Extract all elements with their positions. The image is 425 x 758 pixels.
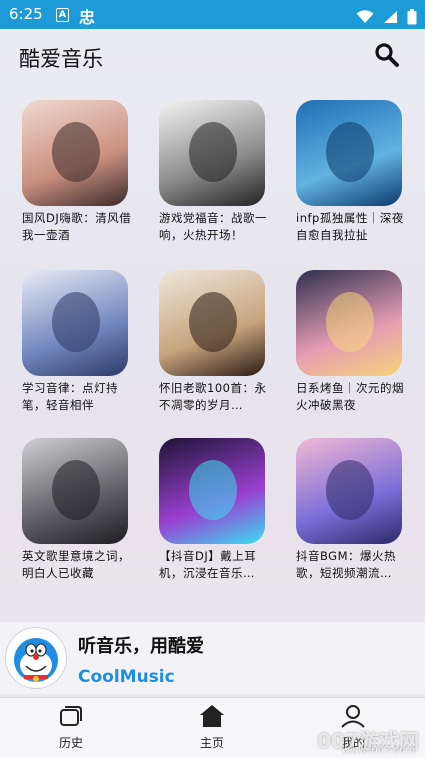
doraemon-icon [14,638,58,682]
wifi-icon [356,9,374,23]
bottom-nav: 历史 主页 我的 007游戏网 www.i007.com [0,697,425,758]
status-time: 6:25 [9,5,43,23]
playlist-cover [296,100,402,206]
playlist-cover [296,438,402,544]
search-button[interactable] [372,40,402,70]
notification-a-icon: A [56,8,69,22]
nav-home[interactable]: 主页 [172,704,252,751]
status-bar: 6:25 A 忠 [0,0,425,29]
playlist-card[interactable]: 日系烤鱼｜次元的烟火冲破黑夜 [296,270,406,414]
playlist-card[interactable]: 怀旧老歌100首：永不凋零的岁月… [159,270,269,414]
playlist-card[interactable]: 英文歌里意境之词，明白人已收藏 [22,438,132,582]
playlist-title: infp孤独属性｜深夜自愈自我拉扯 [296,211,404,242]
app-title: 酷爱音乐 [19,47,103,71]
playlist-title: 日系烤鱼｜次元的烟火冲破黑夜 [296,381,404,412]
notification-b-icon: 忠 [79,8,96,27]
playlist-card[interactable]: 【抖音DJ】戴上耳机，沉浸在音乐… [159,438,269,582]
playlist-card[interactable]: 抖音BGM：爆火热歌，短视频潮流… [296,438,406,582]
playlist-title: 抖音BGM：爆火热歌，短视频潮流… [296,549,397,580]
playlist-title: 【抖音DJ】戴上耳机，沉浸在音乐… [159,549,257,580]
battery-icon [407,8,417,24]
playlist-card[interactable]: 学习音律：点灯持笔，轻音相伴 [22,270,132,414]
search-icon [375,43,399,67]
nav-home-label: 主页 [199,736,224,750]
playlist-card[interactable]: 游戏党福音：战歌一响，火热开场！ [159,100,269,244]
playlist-title: 英文歌里意境之词，明白人已收藏 [22,549,130,580]
playlist-cover [22,270,128,376]
playlist-card[interactable]: infp孤独属性｜深夜自愈自我拉扯 [296,100,406,244]
player-brand: CoolMusic [78,667,175,687]
playlist-cover [159,270,265,376]
cover-figure [52,460,100,520]
cover-figure [326,122,374,182]
cover-figure [326,292,374,352]
playlist-cover [159,438,265,544]
cover-figure [52,292,100,352]
playlist-title: 学习音律：点灯持笔，轻音相伴 [22,381,118,412]
history-icon [60,706,82,726]
app-bar: 酷爱音乐 [0,29,425,85]
cover-figure [189,292,237,352]
signal-icon [383,10,397,23]
cover-figure [326,460,374,520]
playlist-title: 游戏党福音：战歌一响，火热开场！ [159,211,267,242]
cover-figure [189,122,237,182]
playlist-cover [22,438,128,544]
cover-figure [52,122,100,182]
watermark-url: www.i007.com [341,745,415,756]
playlist-title: 国风DJ嗨歌：清风借我一壶酒 [22,211,132,242]
status-icons [352,6,417,25]
avatar[interactable] [5,627,67,689]
player-slogan: 听音乐，用酷爱 [78,636,204,657]
playlist-cover [159,100,265,206]
playlist-card[interactable]: 国风DJ嗨歌：清风借我一壶酒 [22,100,132,244]
nav-history-label: 历史 [58,736,83,750]
playlist-cover [296,270,402,376]
playlist-cover [22,100,128,206]
nav-history[interactable]: 历史 [31,704,111,751]
playlist-title: 怀旧老歌100首：永不凋零的岁月… [159,381,267,412]
home-icon [200,705,224,727]
cover-figure [189,460,237,520]
